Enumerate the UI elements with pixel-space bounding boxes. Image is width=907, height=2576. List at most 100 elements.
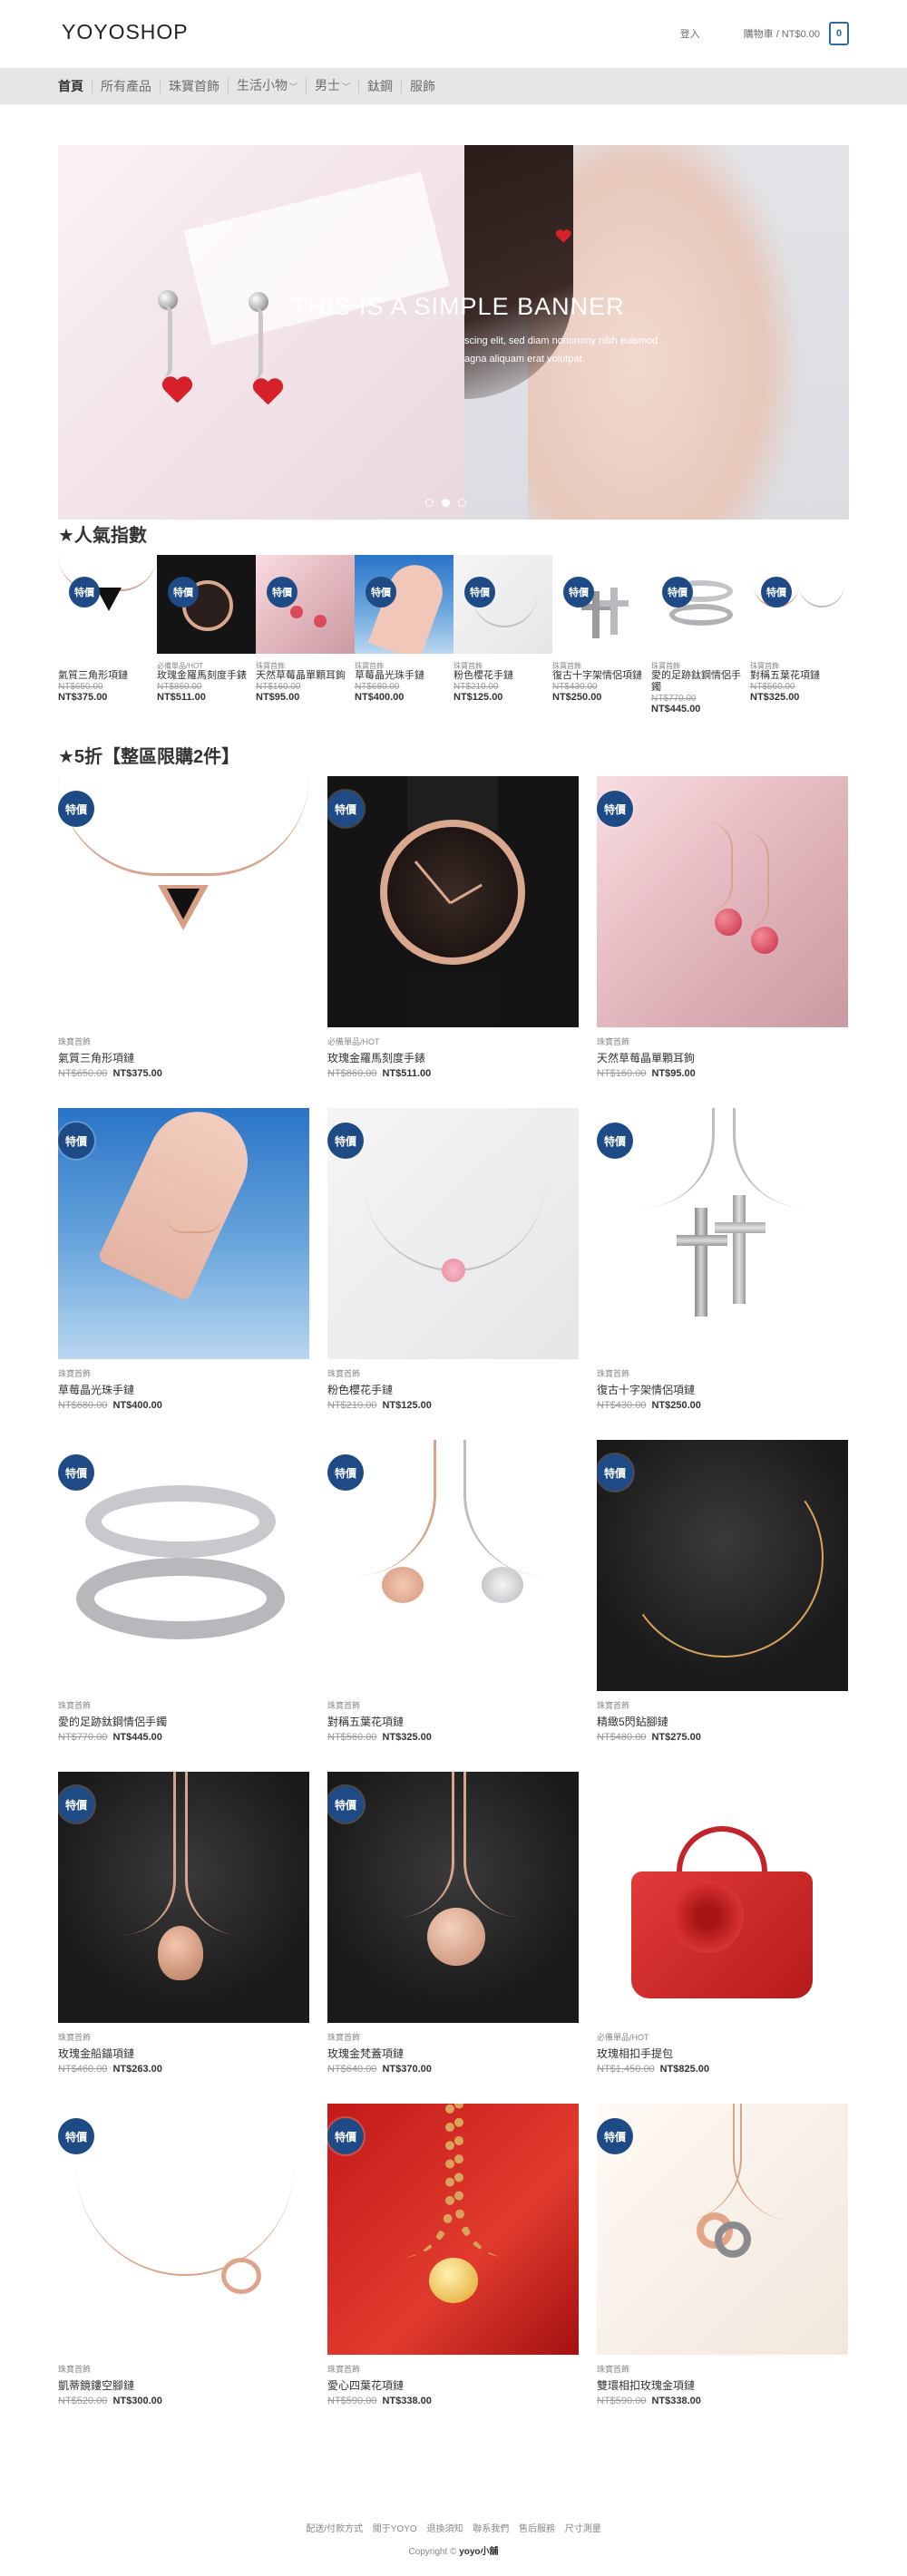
product-image[interactable]: 特價: [327, 2104, 579, 2355]
product-image[interactable]: 特價: [355, 555, 454, 654]
nav-item-all-products[interactable]: 所有產品: [92, 79, 160, 93]
popular-item[interactable]: 特價 必備單品/HOT 玫瑰金羅馬刻度手錶 NT$860.00 NT$511.0…: [157, 555, 256, 714]
product-card[interactable]: 特價 珠寶首飾 粉色櫻花手鏈 NT$210.00 NT$125.00: [327, 1108, 579, 1411]
slider-dot-active[interactable]: [442, 499, 450, 507]
product-image[interactable]: 特價: [58, 776, 309, 1027]
product-card[interactable]: 特價 珠寶首飾 天然草莓晶單顆耳鉤 NT$160.00 NT$95.00: [597, 776, 848, 1079]
product-name[interactable]: 草莓晶光珠手鏈: [355, 670, 454, 682]
product-image[interactable]: 特價: [58, 1108, 309, 1359]
product-image[interactable]: 特價: [597, 776, 848, 1027]
footer-link-service[interactable]: 售后服務: [519, 2524, 555, 2534]
product-name[interactable]: 氣質三角形項鏈: [58, 1050, 309, 1065]
product-name[interactable]: 凱蒂鏡鏤空腳鏈: [58, 2377, 309, 2393]
product-card[interactable]: 特價 珠寶首飾 凱蒂鏡鏤空腳鏈 NT$520.00 NT$300.00: [58, 2104, 309, 2406]
product-image[interactable]: 特價: [157, 555, 256, 654]
product-name[interactable]: 粉色櫻花手鏈: [327, 1382, 579, 1397]
product-name[interactable]: 草莓晶光珠手鏈: [58, 1382, 309, 1397]
product-name[interactable]: 玫瑰金梵蓋項鏈: [327, 2046, 579, 2061]
cart-link[interactable]: 購物車 / NT$0.00: [744, 26, 820, 41]
footer-link-size[interactable]: 尺寸測量: [565, 2524, 601, 2534]
product-name[interactable]: 精緻5閃鉆腳鏈: [597, 1714, 848, 1729]
product-name[interactable]: 氣質三角形項鏈: [58, 670, 157, 682]
copyright-name[interactable]: yoyo小舖: [459, 2547, 498, 2557]
popular-item[interactable]: 特價 珠寶首飾 粉色櫻花手鏈 NT$210.00 NT$125.00: [454, 555, 552, 714]
product-category: 必備單品/HOT: [327, 1037, 380, 1046]
product-name[interactable]: 天然草莓晶單顆耳鉤: [597, 1050, 848, 1065]
nav-item-home[interactable]: 首頁: [58, 79, 92, 93]
product-card[interactable]: 特價 必備單品/HOT 玫瑰金羅馬刻度手錶 NT$860.00 NT$511.00: [327, 776, 579, 1079]
product-name[interactable]: 愛的足跡鈦鋼情侶手鐲: [58, 1714, 309, 1729]
product-image[interactable]: 特價: [327, 1108, 579, 1359]
product-image[interactable]: 特價: [256, 555, 355, 654]
product-card[interactable]: 特價 珠寶首飾 草莓晶光珠手鏈 NT$680.00 NT$400.00: [58, 1108, 309, 1411]
product-card[interactable]: 特價 珠寶首飾 玫瑰金梵蓋項鏈 NT$640.00 NT$370.00: [327, 1772, 579, 2075]
product-image[interactable]: 特價: [327, 776, 579, 1027]
product-image[interactable]: 特價: [327, 1440, 579, 1691]
popular-item[interactable]: 特價 珠寶首飾 對稱五葉花項鏈 NT$560.00 NT$325.00: [750, 555, 849, 714]
slider-dot[interactable]: [425, 499, 434, 507]
product-name[interactable]: 玫瑰金羅馬刻度手錶: [157, 670, 256, 682]
slider-dot[interactable]: [458, 499, 466, 507]
sale-badge: 特價: [327, 2118, 364, 2154]
product-card[interactable]: 特價 珠寶首飾 氣質三角形項鏈 NT$650.00 NT$375.00: [58, 776, 309, 1079]
product-card[interactable]: 特價 珠寶首飾 復古十字架情侶項鏈 NT$430.00 NT$250.00: [597, 1108, 848, 1411]
product-price: NT$590.00 NT$338.00: [327, 2396, 579, 2406]
product-card[interactable]: 必備單品/HOT 玫瑰相扣手提包 NT$1,450.00 NT$825.00: [597, 1772, 848, 2075]
product-card[interactable]: 特價 珠寶首飾 愛的足跡鈦鋼情侶手鐲 NT$770.00 NT$445.00: [58, 1440, 309, 1743]
product-image[interactable]: 特價: [597, 2104, 848, 2355]
product-card[interactable]: 特價 珠寶首飾 玫瑰金船錨項鏈 NT$460.00 NT$263.00: [58, 1772, 309, 2075]
product-name[interactable]: 愛的足跡鈦鋼情侶手鐲: [651, 670, 750, 694]
nav-item-lifestyle[interactable]: 生活小物 ﹀: [228, 78, 306, 94]
cart-icon[interactable]: 0: [829, 22, 849, 45]
footer-link-contact[interactable]: 聯系我們: [473, 2524, 509, 2534]
copyright-prefix: Copyright ©: [408, 2547, 457, 2557]
product-name[interactable]: 粉色櫻花手鏈: [454, 670, 552, 682]
product-name[interactable]: 愛心四葉花項鏈: [327, 2377, 579, 2393]
nav-item-lifestyle-label: 生活小物: [237, 78, 288, 92]
nav-item-men[interactable]: 男士 ﹀: [306, 78, 358, 94]
product-image[interactable]: 特價: [750, 555, 849, 654]
product-image[interactable]: 特價: [58, 1440, 309, 1691]
footer-link-returns[interactable]: 退換須知: [426, 2524, 463, 2534]
product-card[interactable]: 特價 珠寶首飾 愛心四葉花項鏈 NT$590.00 NT$338.00: [327, 2104, 579, 2406]
product-image[interactable]: 特價: [454, 555, 552, 654]
hero-banner[interactable]: THIS IS A SIMPLE BANNER scing elit, sed …: [58, 145, 849, 520]
product-image[interactable]: 特價: [552, 555, 651, 654]
product-name[interactable]: 復古十字架情侶項鏈: [552, 670, 651, 682]
nav-item-apparel[interactable]: 服飾: [401, 79, 444, 93]
nav-item-jewelry[interactable]: 珠寶首飾: [160, 79, 228, 93]
product-image[interactable]: 特價: [58, 2104, 309, 2355]
chevron-down-icon: ﹀: [289, 83, 298, 92]
popular-item[interactable]: 特價 珠寶首飾 天然草莓晶單顆耳鉤 NT$160.00 NT$95.00: [256, 555, 355, 714]
product-image[interactable]: 特價: [58, 1772, 309, 2023]
product-name[interactable]: 玫瑰金船錨項鏈: [58, 2046, 309, 2061]
site-logo[interactable]: YOYOSHOP: [62, 20, 189, 44]
product-card[interactable]: 特價 珠寶首飾 精緻5閃鉆腳鏈 NT$480.00 NT$275.00: [597, 1440, 848, 1743]
product-name[interactable]: 玫瑰金羅馬刻度手錶: [327, 1050, 579, 1065]
product-name[interactable]: 天然草莓晶單顆耳鉤: [256, 670, 355, 682]
product-name[interactable]: 對稱五葉花項鏈: [327, 1714, 579, 1729]
product-image[interactable]: 特價: [651, 555, 750, 654]
footer-link-about[interactable]: 關于YOYO: [373, 2524, 417, 2534]
product-image[interactable]: 特價: [597, 1440, 848, 1691]
product-image[interactable]: 特價: [327, 1772, 579, 2023]
footer-link-shipping[interactable]: 配送/付款方式: [306, 2524, 363, 2534]
popular-item[interactable]: 特價 珠寶首飾 愛的足跡鈦鋼情侶手鐲 NT$770.00 NT$445.00: [651, 555, 750, 714]
product-card[interactable]: 特價 珠寶首飾 對稱五葉花項鏈 NT$560.00 NT$325.00: [327, 1440, 579, 1743]
product-name[interactable]: 雙環相扣玫瑰金項鏈: [597, 2377, 848, 2393]
product-price: NT$520.00 NT$300.00: [58, 2396, 309, 2406]
sale-price: NT$338.00: [382, 2396, 432, 2406]
login-link[interactable]: 登入: [680, 26, 700, 41]
popular-item[interactable]: 特價 珠寶首飾 復古十字架情侶項鏈 NT$430.00 NT$250.00: [552, 555, 651, 714]
product-card[interactable]: 特價 珠寶首飾 雙環相扣玫瑰金項鏈 NT$590.00 NT$338.00: [597, 2104, 848, 2406]
nav-item-steel[interactable]: 鈦鋼: [358, 79, 401, 93]
product-image[interactable]: [597, 1772, 848, 2023]
product-name[interactable]: 對稱五葉花項鏈: [750, 670, 849, 682]
popular-item[interactable]: 特價 氣質三角形項鏈 NT$650.00 NT$375.00: [58, 555, 157, 714]
product-name[interactable]: 玫瑰相扣手提包: [597, 2046, 848, 2061]
sale-badge: 特價: [58, 1454, 94, 1491]
product-image[interactable]: 特價: [597, 1108, 848, 1359]
product-name[interactable]: 復古十字架情侶項鏈: [597, 1382, 848, 1397]
product-image[interactable]: 特價: [58, 555, 157, 654]
popular-item[interactable]: 特價 珠寶首飾 草莓晶光珠手鏈 NT$680.00 NT$400.00: [355, 555, 454, 714]
